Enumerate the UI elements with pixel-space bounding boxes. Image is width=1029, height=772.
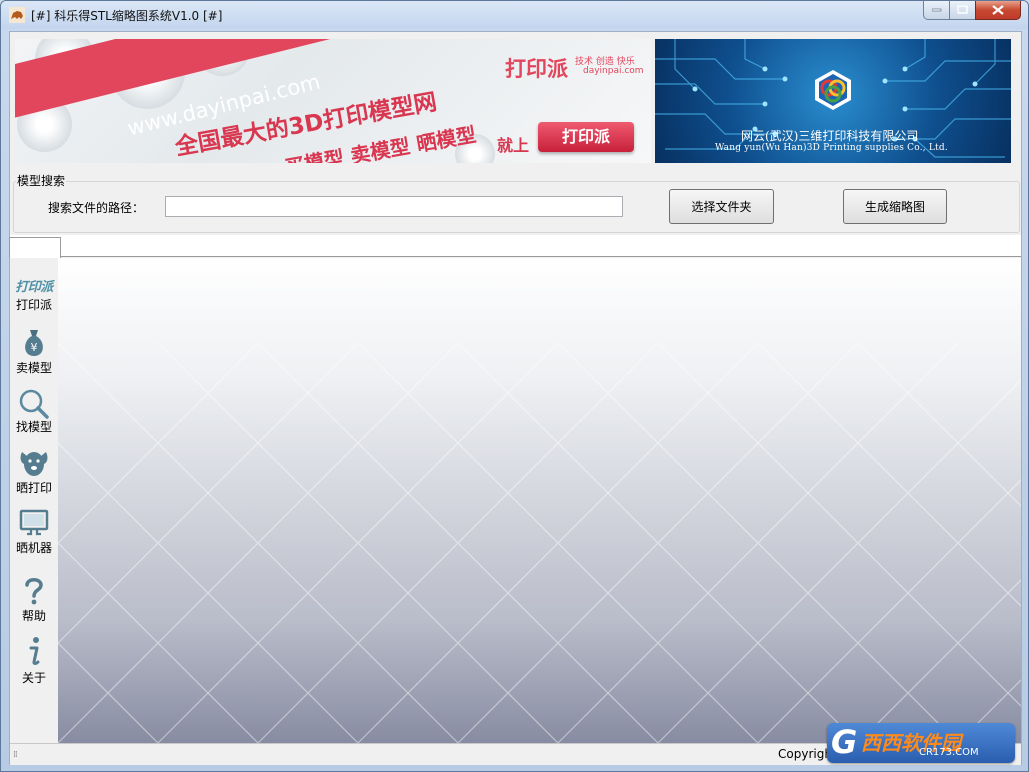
banner-cta-button[interactable]: 打印派 — [538, 122, 634, 152]
sidebar-item-label: 找模型 — [15, 420, 52, 434]
sidebar-item-label: 帮助 — [21, 609, 46, 623]
dog-face-icon — [20, 452, 48, 476]
app-icon — [9, 7, 25, 23]
sidebar-item-sell-model[interactable]: ¥ 卖模型 — [10, 328, 58, 376]
sidebar: 打印派 打印派 ¥ 卖模型 找模型 晒打印 晒机器 帮助 关于 — [10, 258, 58, 743]
money-bag-icon: ¥ — [25, 330, 43, 356]
client-area: www.dayinpai.com 全国最大的3D打印模型网 买模型 卖模型 晒模… — [9, 31, 1022, 765]
minimize-button[interactable] — [923, 1, 950, 20]
info-icon — [29, 637, 40, 665]
company-name-en: Wang yun(Wu Han)3D Printing supplies Co.… — [715, 143, 948, 153]
dayinpai-banner[interactable]: www.dayinpai.com 全国最大的3D打印模型网 买模型 卖模型 晒模… — [15, 39, 651, 163]
svg-text:¥: ¥ — [31, 341, 38, 354]
sidebar-item-dayinpai[interactable]: 打印派 打印派 — [10, 276, 58, 313]
background-grid-pattern — [58, 342, 1021, 743]
thumbnail-display-area[interactable] — [58, 258, 1021, 743]
company-banner[interactable]: 网云(武汉)三维打印科技有限公司 Wang yun(Wu Han)3D Prin… — [655, 39, 1011, 163]
watermark-logo-icon: G — [831, 723, 858, 761]
generate-thumbnails-button[interactable]: 生成缩略图 — [843, 189, 947, 224]
sidebar-item-help[interactable]: 帮助 — [10, 576, 58, 624]
question-icon — [25, 578, 43, 605]
sidebar-item-label: 打印派 — [15, 298, 52, 312]
magnifier-icon — [19, 389, 49, 419]
tab-default[interactable] — [9, 237, 61, 258]
window-title: [#] 科乐得STL缩略图系统V1.0 [#] — [31, 9, 223, 23]
company-name-cn: 网云(武汉)三维打印科技有限公司 — [741, 129, 919, 143]
watermark-domain: CR173.COM — [919, 747, 979, 758]
sidebar-item-label: 晒机器 — [15, 541, 52, 555]
sidebar-item-about[interactable]: 关于 — [10, 636, 58, 686]
sidebar-item-label: 关于 — [21, 671, 46, 685]
sidebar-item-label: 卖模型 — [15, 361, 52, 375]
dayinpai-logo-icon: 打印派 — [15, 280, 53, 295]
tab-strip — [9, 235, 1021, 258]
search-path-label: 搜索文件的路径： — [48, 201, 145, 215]
sidebar-item-find-model[interactable]: 找模型 — [10, 388, 58, 435]
banner-brand-site: dayinpai.com — [583, 66, 644, 76]
app-window: [#] 科乐得STL缩略图系统V1.0 [#] www.dayinpai.com… — [0, 0, 1029, 772]
company-logo-icon — [815, 70, 851, 110]
close-icon — [992, 5, 1004, 15]
choose-folder-button[interactable]: 选择文件夹 — [669, 189, 774, 224]
watermark: G 西西软件园 CR173.COM — [827, 723, 1015, 763]
title-bar[interactable]: [#] 科乐得STL缩略图系统V1.0 [#] — [1, 1, 1028, 29]
sidebar-item-show-print[interactable]: 晒打印 — [10, 448, 58, 496]
sidebar-item-label: 晒打印 — [15, 481, 52, 495]
close-button[interactable] — [975, 1, 1021, 20]
monitor-icon — [19, 509, 49, 536]
minimize-icon — [931, 8, 941, 12]
banner-cta-prefix: 就上 — [497, 136, 530, 155]
sidebar-item-show-machine[interactable]: 晒机器 — [10, 508, 58, 556]
maximize-icon — [957, 5, 968, 14]
resize-grip-icon[interactable]: ⁞⁞ — [13, 750, 18, 760]
search-path-input[interactable] — [165, 196, 623, 217]
model-search-group-label: 模型搜索 — [16, 172, 67, 189]
maximize-button[interactable] — [949, 1, 976, 20]
banner-brand: 打印派 — [505, 57, 568, 81]
